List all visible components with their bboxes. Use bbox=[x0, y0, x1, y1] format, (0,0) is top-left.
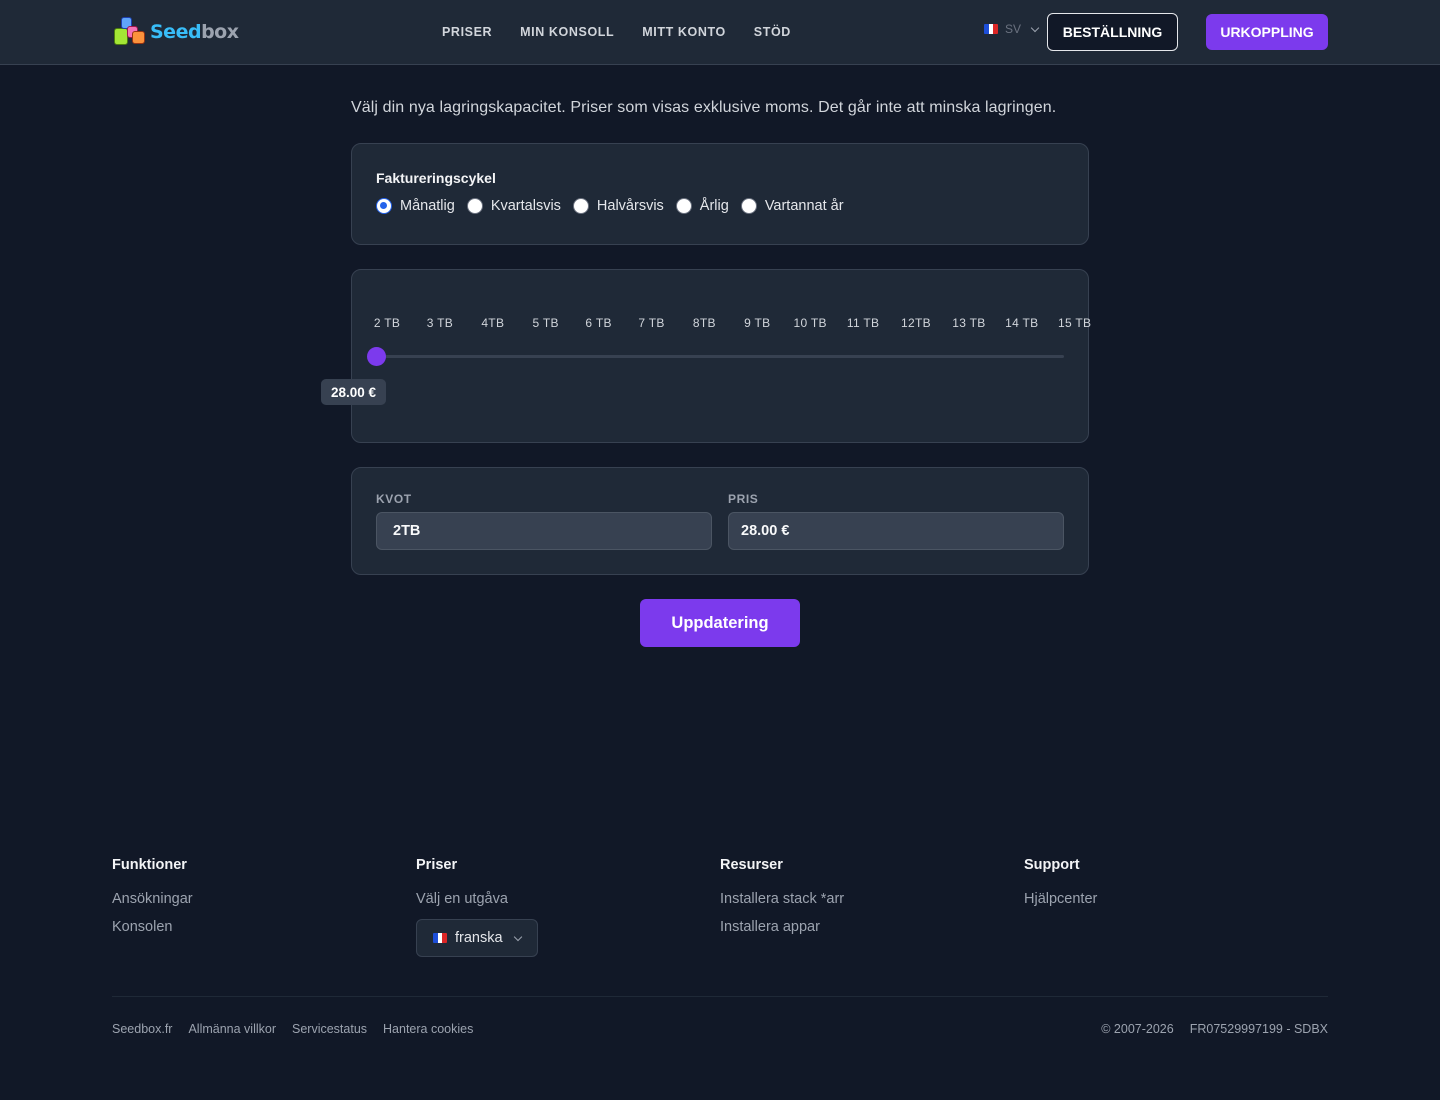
slider-tick-label[interactable]: 5 TB bbox=[533, 316, 559, 330]
chevron-down-icon bbox=[1030, 23, 1040, 32]
price-tooltip: 28.00 € bbox=[321, 379, 387, 405]
french-flag-icon bbox=[433, 933, 447, 943]
main-nav: PRISER MIN KONSOLL MITT KONTO STÖD bbox=[442, 0, 791, 64]
quota-field: KVOT 2TB bbox=[376, 492, 712, 574]
slider-tick-label[interactable]: 9 TB bbox=[744, 316, 770, 330]
footer-heading: Support bbox=[1024, 857, 1080, 873]
nav-item-min-konsoll[interactable]: MIN KONSOLL bbox=[520, 25, 614, 39]
language-switcher[interactable]: SV bbox=[983, 22, 1040, 36]
company-id: FR07529997199 - SDBX bbox=[1189, 1022, 1328, 1036]
billing-cycle-card: Faktureringscykel Månatlig Kvartalsvis H… bbox=[351, 143, 1089, 245]
slider-tick-label[interactable]: 10 TB bbox=[794, 316, 827, 330]
logo-text: Seedbox bbox=[150, 21, 239, 43]
logout-button[interactable]: URKOPPLING bbox=[1206, 14, 1328, 50]
chevron-down-icon bbox=[513, 932, 522, 941]
copyright: © 2007-2026 bbox=[1101, 1022, 1174, 1036]
footer-bottom-links: Seedbox.fr Allmänna villkor Servicestatu… bbox=[112, 1022, 473, 1036]
top-header: Seedbox PRISER MIN KONSOLL MITT KONTO ST… bbox=[0, 0, 1440, 65]
footer-link-status[interactable]: Servicestatus bbox=[292, 1022, 367, 1036]
header-container: Seedbox PRISER MIN KONSOLL MITT KONTO ST… bbox=[112, 0, 1328, 64]
footer-link-seedbox[interactable]: Seedbox.fr bbox=[112, 1022, 172, 1036]
order-button[interactable]: BESTÄLLNING bbox=[1047, 13, 1178, 51]
radio-unchecked-icon[interactable] bbox=[740, 198, 757, 214]
slider-tick-label[interactable]: 12TB bbox=[901, 316, 931, 330]
language-code: SV bbox=[1004, 22, 1021, 36]
radio-checked-icon[interactable] bbox=[376, 198, 392, 214]
footer-heading: Funktioner bbox=[112, 857, 187, 873]
footer-bottom-bar: Seedbox.fr Allmänna villkor Servicestatu… bbox=[112, 996, 1328, 1036]
slider-tick-label[interactable]: 7 TB bbox=[638, 316, 664, 330]
price-field: PRIS 28.00 € bbox=[728, 492, 1064, 574]
footer-heading: Priser bbox=[416, 857, 458, 873]
footer-link-applications[interactable]: Ansökningar bbox=[112, 891, 416, 907]
update-button[interactable]: Uppdatering bbox=[640, 599, 800, 647]
slider-tick-label[interactable]: 15 TB bbox=[1058, 316, 1091, 330]
billing-cycle-options: Månatlig Kvartalsvis Halvårsvis Årlig Va… bbox=[376, 198, 1064, 214]
quota-price-card: KVOT 2TB PRIS 28.00 € bbox=[351, 467, 1089, 575]
footer-heading: Resurser bbox=[720, 857, 783, 873]
slider-track[interactable] bbox=[376, 355, 1064, 358]
footer: Funktioner Ansökningar Konsolen Priser V… bbox=[112, 857, 1328, 1036]
logo[interactable]: Seedbox bbox=[112, 15, 239, 49]
french-flag-icon bbox=[983, 24, 998, 34]
slider-tick-label[interactable]: 11 TB bbox=[847, 316, 879, 330]
footer-column-support: Support Hjälpcenter bbox=[1024, 857, 1328, 957]
intro-text: Välj din nya lagringskapacitet. Priser s… bbox=[351, 99, 1057, 116]
nav-item-priser[interactable]: PRISER bbox=[442, 25, 492, 39]
slider-tick-label[interactable]: 13 TB bbox=[952, 316, 985, 330]
footer-link-help-center[interactable]: Hjälpcenter bbox=[1024, 891, 1328, 907]
price-input[interactable]: 28.00 € bbox=[728, 512, 1064, 550]
radio-quarterly[interactable]: Kvartalsvis bbox=[466, 198, 561, 214]
slider-tick-label[interactable]: 8TB bbox=[693, 316, 716, 330]
footer-language-value: franska bbox=[455, 930, 503, 946]
footer-link-install-apps[interactable]: Installera appar bbox=[720, 919, 1024, 935]
radio-yearly[interactable]: Årlig bbox=[675, 198, 729, 214]
radio-unchecked-icon[interactable] bbox=[572, 198, 589, 214]
footer-column-pricing: Priser Välj en utgåva franska bbox=[416, 857, 720, 957]
footer-link-terms[interactable]: Allmänna villkor bbox=[188, 1022, 276, 1036]
radio-semiannual[interactable]: Halvårsvis bbox=[572, 198, 664, 214]
footer-columns: Funktioner Ansökningar Konsolen Priser V… bbox=[112, 857, 1328, 957]
footer-link-console[interactable]: Konsolen bbox=[112, 919, 416, 935]
nav-item-mitt-konto[interactable]: MITT KONTO bbox=[642, 25, 726, 39]
slider-tick-label[interactable]: 14 TB bbox=[1005, 316, 1038, 330]
slider-tick-label[interactable]: 3 TB bbox=[427, 316, 453, 330]
radio-biennial[interactable]: Vartannat år bbox=[740, 198, 844, 214]
radio-unchecked-icon[interactable] bbox=[466, 198, 483, 214]
quota-input[interactable]: 2TB bbox=[376, 512, 712, 550]
nav-item-stod[interactable]: STÖD bbox=[754, 25, 791, 39]
radio-monthly[interactable]: Månatlig bbox=[376, 198, 455, 214]
footer-column-functions: Funktioner Ansökningar Konsolen bbox=[112, 857, 416, 957]
footer-column-resources: Resurser Installera stack *arr Installer… bbox=[720, 857, 1024, 957]
slider-tick-label[interactable]: 2 TB bbox=[374, 316, 400, 330]
radio-unchecked-icon[interactable] bbox=[675, 198, 692, 214]
footer-legal: © 2007-2026 FR07529997199 - SDBX bbox=[1101, 1022, 1328, 1036]
billing-cycle-label: Faktureringscykel bbox=[376, 170, 496, 186]
seedbox-logo-icon bbox=[112, 16, 146, 48]
footer-link-choose-edition[interactable]: Välj en utgåva bbox=[416, 891, 720, 907]
footer-language-select[interactable]: franska bbox=[416, 919, 538, 957]
quota-label: KVOT bbox=[376, 492, 412, 506]
footer-link-cookies[interactable]: Hantera cookies bbox=[383, 1022, 473, 1036]
main-content: Välj din nya lagringskapacitet. Priser s… bbox=[321, 99, 1091, 647]
footer-link-install-stack[interactable]: Installera stack *arr bbox=[720, 891, 1024, 907]
slider-tick-label[interactable]: 4TB bbox=[481, 316, 504, 330]
price-label: PRIS bbox=[728, 492, 759, 506]
slider-thumb[interactable] bbox=[367, 347, 386, 366]
storage-slider-card: 2 TB 3 TB 4TB 5 TB 6 TB 7 TB 8TB 9 TB 10 TB 11 TB… bbox=[321, 269, 1091, 443]
slider-tick-label[interactable]: 6 TB bbox=[585, 316, 611, 330]
